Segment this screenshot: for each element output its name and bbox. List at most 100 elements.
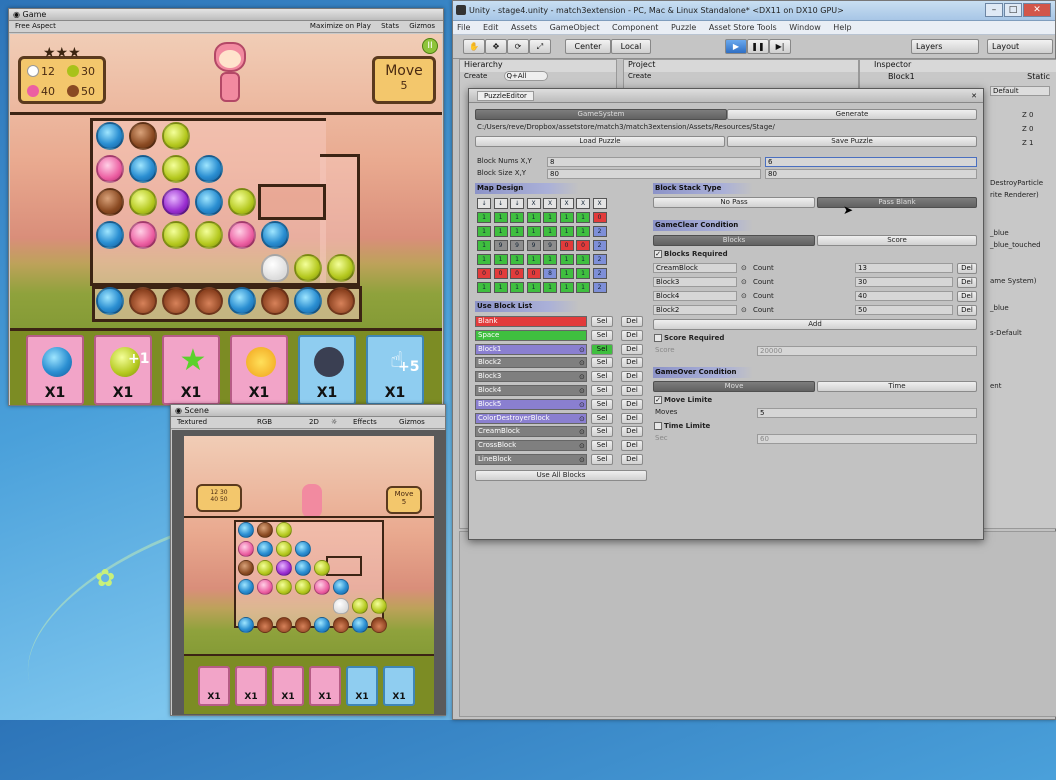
map-cell[interactable]: 1 (510, 212, 524, 223)
map-cell[interactable]: 1 (493, 226, 508, 237)
tab-score[interactable]: Score (817, 235, 977, 246)
map-cell[interactable]: 1 (576, 282, 590, 293)
tab-time[interactable]: Time (817, 381, 977, 392)
required-block-target-icon[interactable]: ⊙ (741, 263, 747, 273)
required-count-field[interactable]: 50 (855, 305, 953, 315)
ball-yellow[interactable] (162, 122, 190, 150)
ball-blue[interactable] (195, 188, 223, 216)
stats-toggle[interactable]: Stats (381, 22, 399, 30)
tab-blocks[interactable]: Blocks (653, 235, 815, 246)
block-delete-button[interactable]: Del (621, 412, 643, 424)
inspector-tab[interactable]: Inspector (860, 60, 1056, 72)
local-toggle[interactable]: Local (611, 39, 651, 54)
required-count-field[interactable]: 13 (855, 263, 953, 273)
moves-field[interactable]: 5 (757, 408, 977, 418)
layout-dropdown[interactable]: Layout (987, 39, 1053, 54)
ball-pink[interactable] (96, 155, 124, 183)
blocks-required-checkbox[interactable]: ✓ (654, 250, 662, 258)
ball-brown[interactable] (96, 188, 124, 216)
map-cell[interactable]: 1 (493, 282, 508, 293)
block-list-item[interactable]: CrossBlock (475, 440, 587, 452)
required-delete-button[interactable]: Del (957, 263, 977, 274)
required-delete-button[interactable]: Del (957, 291, 977, 302)
maximize-icon[interactable]: □ (1004, 3, 1022, 17)
inspector-static[interactable]: Static (1027, 72, 1050, 81)
puzzle-editor-close-icon[interactable]: ✕ (971, 89, 977, 103)
map-cell[interactable]: 1 (576, 226, 590, 237)
block-target-icon[interactable]: ⊙ (579, 358, 585, 368)
block-delete-button[interactable]: Del (621, 329, 643, 341)
block-select-button[interactable]: Sel (591, 426, 613, 438)
maximize-on-play-toggle[interactable]: Maximize on Play (310, 22, 371, 30)
ball-brown[interactable] (129, 122, 157, 150)
close-icon[interactable]: ✕ (1023, 3, 1051, 17)
score-required-checkbox[interactable] (654, 334, 662, 342)
block-select-button[interactable]: Sel (591, 454, 613, 465)
block-list-item[interactable]: LineBlock (475, 454, 587, 465)
mode-2d-toggle[interactable]: 2D (309, 417, 331, 428)
map-cell[interactable]: 9 (543, 240, 557, 251)
block-list-item[interactable]: Block4 (475, 385, 587, 396)
map-cell[interactable]: 0 (477, 268, 491, 279)
block-delete-button[interactable]: Del (621, 398, 643, 410)
map-cell[interactable]: 1 (477, 254, 491, 265)
ball-blue[interactable] (96, 287, 124, 315)
map-column-control[interactable]: X (559, 198, 574, 209)
item-star[interactable]: ★ X1 (162, 335, 220, 405)
map-cell[interactable]: 2 (592, 282, 607, 293)
ball-yellow[interactable] (327, 254, 355, 282)
game-view[interactable]: ★★★ 12 30 40 50 Move 5 II X1 +1 X1 ★ X1 … (10, 34, 442, 405)
map-cell[interactable]: 1 (477, 226, 491, 237)
game-tab[interactable]: ◉ Game (9, 9, 443, 21)
ball-cream[interactable] (261, 254, 289, 282)
block-list-item[interactable]: Block3 (475, 371, 587, 383)
ball-purple[interactable] (162, 188, 190, 216)
block-target-icon[interactable]: ⊙ (579, 441, 585, 451)
block-delete-button[interactable]: Del (621, 426, 643, 438)
block-target-icon[interactable]: ⊙ (579, 400, 585, 410)
move-limit-checkbox[interactable]: ✓ (654, 396, 662, 404)
ball-cookie[interactable] (195, 287, 223, 315)
item-monster[interactable]: X1 (298, 335, 356, 405)
no-pass-button[interactable]: No Pass (653, 197, 815, 208)
map-cell[interactable]: 1 (477, 212, 491, 223)
lighting-icon[interactable]: ☼ (331, 417, 353, 428)
map-cell[interactable]: 1 (510, 282, 524, 293)
block-list-item[interactable]: Block2 (475, 357, 587, 369)
map-column-control[interactable]: X (592, 198, 607, 209)
hierarchy-create[interactable]: Create (464, 72, 487, 80)
menu-file[interactable]: File (457, 23, 470, 32)
ball-cookie[interactable] (162, 287, 190, 315)
map-column-control[interactable]: X (543, 198, 557, 209)
map-cell[interactable]: 1 (526, 212, 541, 223)
use-all-blocks-button[interactable]: Use All Blocks (475, 470, 647, 481)
item-bomb[interactable]: X1 (230, 335, 288, 405)
aspect-dropdown[interactable]: Free Aspect (15, 21, 56, 32)
map-column-control[interactable]: ↓ (510, 198, 524, 209)
required-block-field[interactable]: CreamBlock (653, 263, 737, 273)
hierarchy-search[interactable]: Q+All (503, 71, 548, 81)
map-cell[interactable]: 8 (543, 268, 557, 279)
block-list-item[interactable]: Space (475, 329, 587, 341)
map-cell[interactable]: 1 (510, 226, 524, 237)
required-block-field[interactable]: Block3 (653, 277, 737, 287)
map-cell[interactable]: 9 (493, 240, 508, 251)
map-cell[interactable]: 1 (477, 240, 491, 251)
ball-pink[interactable] (228, 221, 256, 249)
map-cell[interactable]: 0 (576, 240, 590, 251)
step-icon[interactable]: ▶| (769, 39, 791, 54)
map-cell[interactable]: 0 (592, 212, 607, 223)
map-cell[interactable]: 1 (559, 226, 574, 237)
play-icon[interactable]: ▶ (725, 39, 747, 54)
map-column-control[interactable]: X (526, 198, 541, 209)
ball-yellow[interactable] (195, 221, 223, 249)
block-select-button[interactable]: Sel (591, 357, 613, 369)
block-delete-button[interactable]: Del (621, 440, 643, 452)
block-delete-button[interactable]: Del (621, 385, 643, 396)
map-cell[interactable]: 1 (576, 212, 590, 223)
item-plus-one[interactable]: +1 X1 (94, 335, 152, 405)
layers-dropdown[interactable]: Layers (911, 39, 979, 54)
map-cell[interactable]: 1 (559, 212, 574, 223)
map-cell[interactable]: 1 (559, 282, 574, 293)
save-puzzle-button[interactable]: Save Puzzle (727, 136, 977, 147)
